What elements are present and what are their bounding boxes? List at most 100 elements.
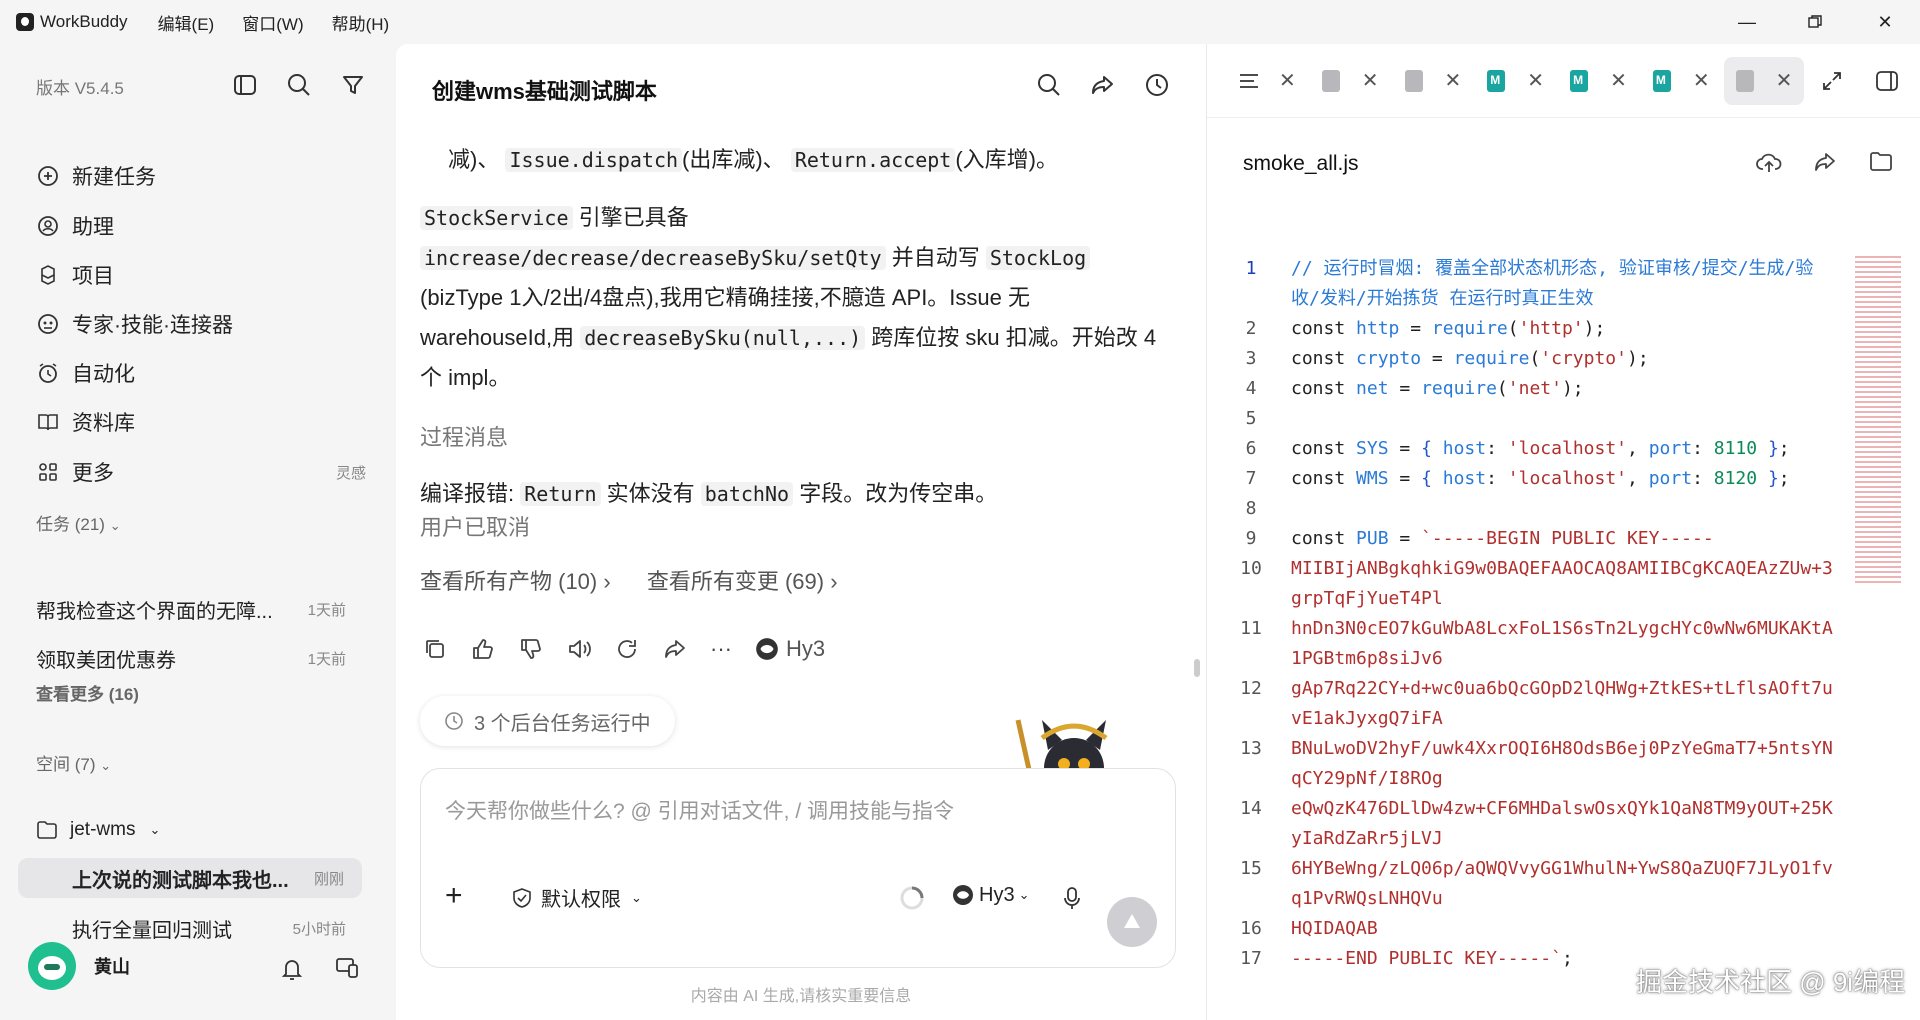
share-icon[interactable] (1088, 70, 1118, 100)
nav-automation[interactable]: 自动化 (36, 351, 366, 395)
space-item-jet-wms[interactable]: jet-wms ⌄ (36, 810, 346, 850)
task-item[interactable]: 帮我检查这个界面的无障... 1天前 (36, 589, 346, 629)
nav-assistant[interactable]: 助理 (36, 204, 366, 248)
nav-new-task[interactable]: 新建任务 (36, 154, 366, 198)
markdown-file-icon (1487, 69, 1506, 92)
history-icon[interactable] (1142, 70, 1172, 100)
permission-dropdown[interactable]: 默认权限 ⌄ (511, 883, 642, 912)
expert-icon (38, 314, 58, 334)
line-number: 11 (1240, 618, 1262, 639)
code-line[interactable]: 7 const WMS = { host: 'localhost', port: … (1231, 464, 1841, 494)
send-button[interactable] (1107, 897, 1157, 947)
expand-icon[interactable] (1820, 69, 1844, 93)
grid-icon (39, 463, 57, 481)
code-line[interactable]: 14 eQwQzK476DLlDw4zw+CF6MHDalswOsxQYk1QaN… (1231, 794, 1841, 854)
assistant-icon (38, 216, 58, 236)
code-line[interactable]: 6 const SYS = { host: 'localhost', port: … (1231, 434, 1841, 464)
menu-window[interactable]: 窗口(W) (242, 10, 303, 35)
chevron-down-icon: ⌄ (631, 889, 642, 905)
message-composer[interactable]: 今天帮你做些什么? @ 引用对话文件, / 调用技能与指令 + 默认权限 ⌄ Hy… (420, 768, 1176, 968)
artifact-links: 查看所有产物 (10) › 查看所有变更 (69) › (420, 564, 838, 596)
composer-input[interactable]: 今天帮你做些什么? @ 引用对话文件, / 调用技能与指令 (445, 795, 954, 825)
close-icon[interactable]: ✕ (1279, 68, 1296, 93)
task-item[interactable]: 领取美团优惠券 1天前 (36, 638, 346, 678)
code-line[interactable]: 9 const PUB = `-----BEGIN PUBLIC KEY----- (1231, 524, 1841, 554)
thumbs-down-icon[interactable] (518, 636, 544, 662)
code-line[interactable]: 15 6HYBeWng/zLQ06p/aQWQVvyGG1WhulN+YwS8Qa… (1231, 854, 1841, 914)
code-line[interactable]: 1 // 运行时冒烟: 覆盖全部状态机形态, 验证审核/提交/生成/验收/发料/开… (1231, 254, 1841, 314)
line-number: 10 (1240, 558, 1262, 579)
editor-tab-bar: ✕ ✕ ✕ ✕ ✕ ✕ ✕ (1207, 44, 1920, 118)
regenerate-icon[interactable] (614, 636, 640, 662)
editor-tab[interactable]: ✕ (1558, 57, 1639, 105)
tasks-header[interactable]: 任务 (21) ⌄ (36, 510, 121, 535)
code-line[interactable]: 3 const crypto = require('crypto'); (1231, 344, 1841, 374)
search-icon[interactable] (1034, 70, 1064, 100)
nav-experts[interactable]: 专家·技能·连接器 (36, 302, 366, 346)
nav-library[interactable]: 资料库 (36, 400, 366, 444)
see-more-link[interactable]: 查看更多 (16) (36, 680, 139, 705)
restore-icon[interactable] (1788, 0, 1842, 44)
close-window-icon[interactable]: ✕ (1858, 0, 1912, 44)
file-icon (1735, 69, 1754, 92)
add-attachment-button[interactable]: + (445, 879, 463, 913)
space-task-active[interactable]: 上次说的测试脚本我也... 刚刚 (18, 858, 362, 898)
background-tasks-pill[interactable]: 3 个后台任务运行中 (420, 696, 675, 746)
copy-icon[interactable] (422, 636, 448, 662)
process-messages-toggle[interactable]: 过程消息 (420, 418, 1160, 458)
code-content[interactable]: 1 // 运行时冒烟: 覆盖全部状态机形态, 验证审核/提交/生成/验收/发料/开… (1231, 254, 1841, 974)
model-selector[interactable]: Hy3 ⌄ (951, 883, 1029, 907)
minimize-icon[interactable]: — (1720, 0, 1774, 44)
microphone-icon[interactable] (1061, 885, 1083, 911)
editor-tab[interactable]: ✕ (1393, 57, 1474, 105)
nav-projects[interactable]: 项目 (36, 253, 366, 297)
code-minimap[interactable] (1855, 256, 1901, 586)
scrollbar[interactable] (1194, 659, 1200, 677)
close-icon[interactable]: ✕ (1527, 68, 1544, 93)
editor-tab[interactable]: ✕ (1310, 57, 1391, 105)
code-line[interactable]: 10 MIIBIjANBgkqhkiG9w0BAQEFAAOCAQ8AMIIBCg… (1231, 554, 1841, 614)
bell-icon[interactable] (280, 956, 304, 982)
spaces-header[interactable]: 空间 (7) ⌄ (36, 750, 111, 775)
menu-edit[interactable]: 编辑(E) (158, 10, 215, 35)
devices-icon[interactable] (334, 956, 360, 980)
share-icon[interactable] (662, 636, 688, 662)
editor-tab[interactable]: ✕ (1641, 57, 1722, 105)
upload-cloud-icon[interactable] (1755, 148, 1783, 176)
close-icon[interactable]: ✕ (1693, 68, 1710, 93)
filter-icon[interactable] (338, 70, 368, 100)
code-line[interactable]: 13 BNuLwoDV2hyF/uwk4XxrOQI6H8OdsB6ej0PzYe… (1231, 734, 1841, 794)
nav-more[interactable]: 更多 灵感 (36, 450, 366, 494)
book-icon (38, 414, 58, 431)
more-icon[interactable]: ··· (710, 636, 732, 662)
all-products-link[interactable]: 查看所有产物 (10) › (420, 569, 611, 594)
search-icon[interactable] (284, 70, 314, 100)
all-changes-link[interactable]: 查看所有变更 (69) › (647, 569, 838, 594)
code-line[interactable]: 5 (1231, 404, 1841, 434)
code-line[interactable]: 16 HQIDAQAB (1231, 914, 1841, 944)
code-line[interactable]: 4 const net = require('net'); (1231, 374, 1841, 404)
editor-tab[interactable]: ✕ (1475, 57, 1556, 105)
folder-icon[interactable] (1867, 148, 1895, 176)
ai-disclaimer: 内容由 AI 生成,请核实重要信息 (690, 988, 912, 1005)
code-line[interactable]: 11 hnDn3N0cEO7kGuWbA8LcxFoL1S6sTn2LygcHYc… (1231, 614, 1841, 674)
user-profile[interactable]: 黄山 (28, 942, 130, 990)
thumbs-up-icon[interactable] (470, 636, 496, 662)
editor-tab-active[interactable]: ✕ (1723, 56, 1805, 105)
user-name: 黄山 (94, 957, 130, 977)
menu-help[interactable]: 帮助(H) (332, 10, 390, 35)
inspiration-link[interactable]: 灵感 (336, 462, 366, 483)
line-number: 9 (1245, 528, 1257, 549)
code-line[interactable]: 8 (1231, 494, 1841, 524)
code-line[interactable]: 2 const http = require('http'); (1231, 314, 1841, 344)
close-icon[interactable]: ✕ (1610, 68, 1627, 93)
share-icon[interactable] (1811, 148, 1839, 176)
speaker-icon[interactable] (566, 636, 592, 662)
panel-toggle-icon[interactable] (1874, 69, 1900, 93)
menu-icon[interactable] (1237, 69, 1261, 93)
sidebar-toggle-icon[interactable] (230, 70, 260, 100)
close-icon[interactable]: ✕ (1776, 68, 1793, 93)
code-line[interactable]: 12 gAp7Rq22CY+d+wc0ua6bQcGOpD2lQHWg+ZtkES… (1231, 674, 1841, 734)
close-icon[interactable]: ✕ (1445, 68, 1462, 93)
close-icon[interactable]: ✕ (1362, 68, 1379, 93)
